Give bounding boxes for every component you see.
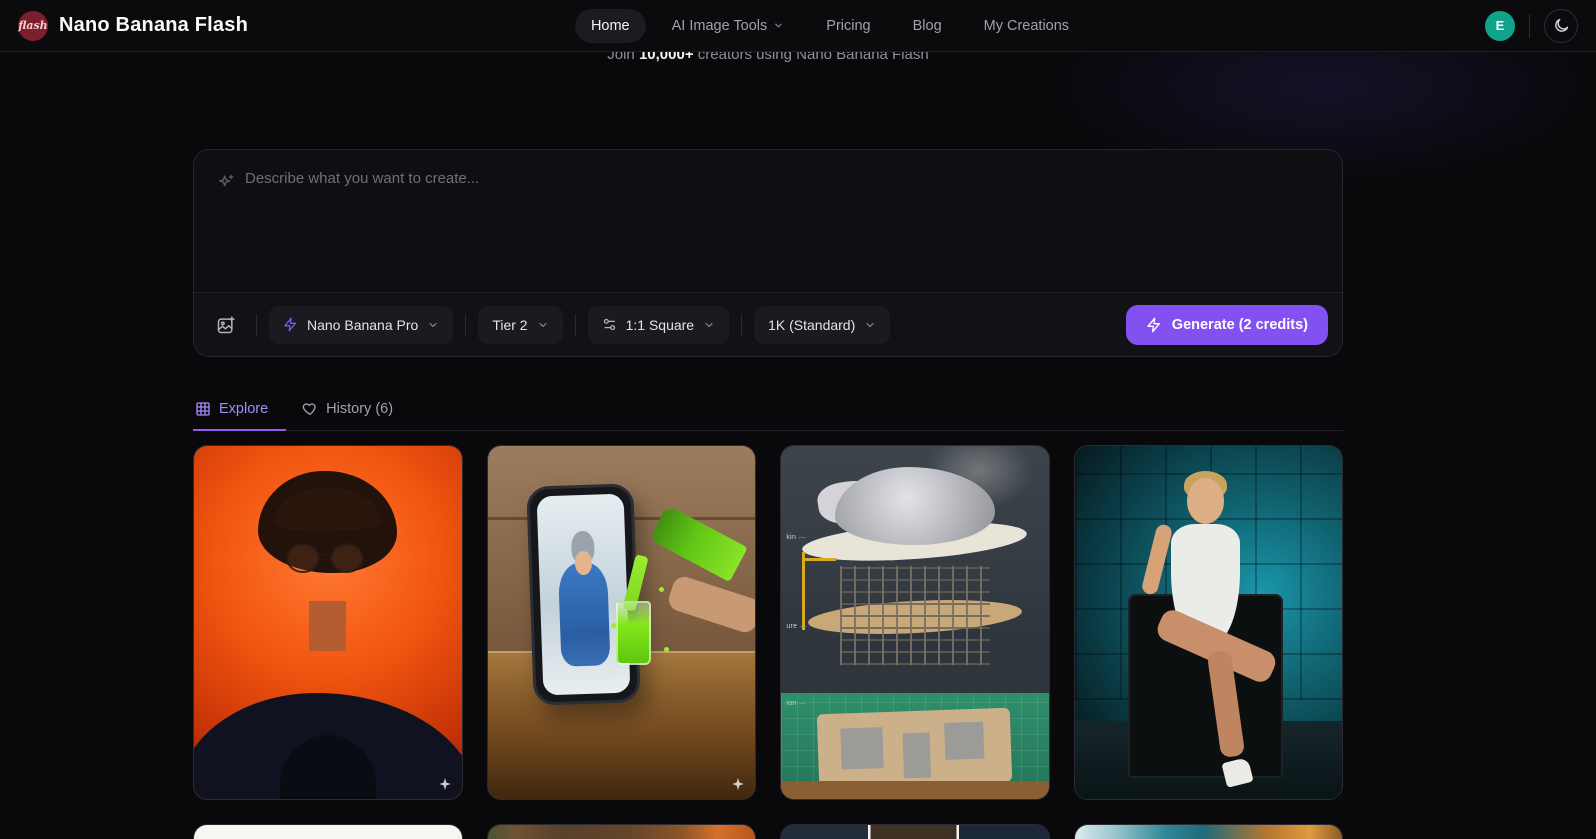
chevron-down-icon: [864, 319, 876, 331]
gallery-card-partial-2[interactable]: [487, 824, 757, 839]
model-label-foundation: ion: [786, 700, 806, 707]
gallery-card-architecture-model[interactable]: kin ure ion: [780, 445, 1050, 800]
gallery-tabs: Explore History (6): [193, 391, 1343, 431]
theme-toggle-button[interactable]: [1544, 9, 1578, 43]
grid-icon: [195, 401, 211, 417]
nav-item-blog[interactable]: Blog: [897, 9, 958, 43]
gallery-grid: kin ure ion: [193, 445, 1343, 800]
composer-toolbar: Nano Banana Pro Tier 2 1:1 Square: [194, 292, 1342, 356]
brand-logo-icon: flash: [18, 11, 48, 41]
gallery-grid-row2: [193, 824, 1343, 839]
gallery-image-phone-winter-pour: [488, 446, 756, 799]
aspect-ratio-value: 1:1 Square: [626, 317, 695, 333]
model-label-structure: ure: [786, 623, 807, 630]
prompt-composer: Nano Banana Pro Tier 2 1:1 Square: [193, 149, 1343, 357]
gallery-card-partial-1[interactable]: [193, 824, 463, 839]
brand-name: Nano Banana Flash: [59, 14, 248, 37]
generate-button-label: Generate (2 credits): [1172, 317, 1308, 333]
zap-icon: [283, 317, 298, 332]
chevron-down-icon: [427, 319, 439, 331]
page-content: Join 10,000+ creators using Nano Banana …: [193, 52, 1343, 839]
resolution-select[interactable]: 1K (Standard): [754, 306, 890, 344]
tier-select-value: Tier 2: [492, 317, 527, 333]
gallery-image-orange-portrait: [194, 446, 462, 799]
gallery-card-partial-4[interactable]: [1074, 824, 1344, 839]
aspect-ratio-select[interactable]: 1:1 Square: [588, 306, 730, 344]
chevron-down-icon: [703, 319, 715, 331]
gallery-card-partial-3[interactable]: [780, 824, 1050, 839]
toolbar-divider: [741, 314, 742, 336]
toolbar-divider: [256, 314, 257, 336]
model-label-skin: kin: [786, 534, 805, 541]
tab-explore-label: Explore: [219, 401, 268, 417]
prompt-area: [194, 150, 1342, 292]
navbar-divider: [1529, 14, 1530, 38]
image-plus-icon: [216, 315, 236, 335]
gallery-card-phone-pour[interactable]: [487, 445, 757, 800]
toolbar-divider: [575, 314, 576, 336]
gallery-image-teal-noir-portrait: [1075, 446, 1343, 799]
model-select-value: Nano Banana Pro: [307, 317, 418, 333]
sparkle-watermark-icon: [438, 777, 452, 791]
gallery-card-portrait[interactable]: [193, 445, 463, 800]
model-select[interactable]: Nano Banana Pro: [269, 306, 453, 344]
chevron-down-icon: [537, 319, 549, 331]
zap-icon: [1146, 317, 1162, 333]
tier-select[interactable]: Tier 2: [478, 306, 562, 344]
upload-image-button[interactable]: [208, 307, 244, 343]
nav-item-label: AI Image Tools: [672, 18, 768, 34]
sparkles-icon: [216, 173, 235, 192]
brand[interactable]: flash Nano Banana Flash: [18, 11, 248, 41]
navbar-right: E: [1485, 9, 1578, 43]
navbar: flash Nano Banana Flash Home AI Image To…: [0, 0, 1596, 52]
tab-history-label: History (6): [326, 401, 393, 417]
heart-icon: [302, 401, 318, 417]
toolbar-divider: [465, 314, 466, 336]
moon-icon: [1553, 17, 1570, 34]
nav-item-my-creations[interactable]: My Creations: [968, 9, 1085, 43]
sliders-icon: [602, 317, 617, 332]
nav-item-pricing[interactable]: Pricing: [810, 9, 886, 43]
sparkle-watermark-icon: [731, 777, 745, 791]
prompt-input[interactable]: [245, 170, 1320, 272]
chevron-down-icon: [773, 20, 784, 31]
gallery-card-noir-woman[interactable]: [1074, 445, 1344, 800]
user-avatar[interactable]: E: [1485, 11, 1515, 41]
tab-explore[interactable]: Explore: [193, 391, 286, 430]
tab-history[interactable]: History (6): [300, 391, 411, 430]
gallery-image-exploded-architecture: kin ure ion: [781, 446, 1049, 799]
generate-button[interactable]: Generate (2 credits): [1126, 305, 1328, 345]
nav-item-ai-image-tools[interactable]: AI Image Tools: [656, 9, 801, 43]
main-nav: Home AI Image Tools Pricing Blog My Crea…: [575, 9, 1085, 43]
resolution-value: 1K (Standard): [768, 317, 855, 333]
nav-item-home[interactable]: Home: [575, 9, 646, 43]
